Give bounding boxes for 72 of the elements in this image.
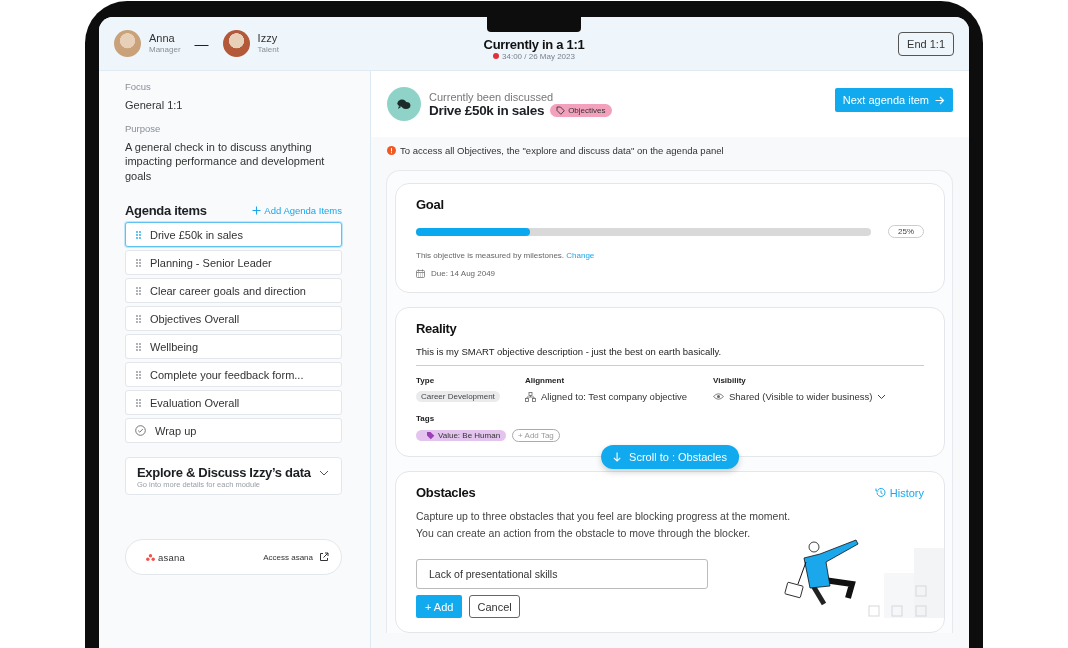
agenda-item[interactable]: Complete your feedback form... (125, 362, 342, 387)
panel-title: Explore & Discuss Izzy’s data (137, 465, 312, 480)
chevron-down-icon (319, 469, 329, 476)
field-label: Focus (125, 81, 152, 92)
chevron-down-icon (877, 393, 887, 400)
external-link-icon (319, 552, 329, 562)
notice-text: To access all Objectives, the "explore and discuss data" on the agenda panel (400, 145, 724, 156)
description-line: Capture up to three obstacles that you feel are blocking progress at the moment. (416, 509, 792, 524)
arrow-right-icon (935, 95, 945, 105)
field-label: Tags (416, 414, 436, 423)
card-title: Reality (416, 321, 458, 336)
section-title: Agenda items (125, 203, 207, 218)
focus-value: General 1:1 (125, 98, 184, 113)
card-title: Obstacles (416, 485, 476, 500)
check-circle-icon (135, 425, 146, 436)
eye-icon (713, 393, 724, 400)
participant-name: Anna (149, 31, 176, 44)
warning-icon (387, 146, 396, 155)
drag-handle-icon (136, 342, 141, 351)
field-label: Alignment (525, 376, 566, 385)
field-label: Type (416, 376, 436, 385)
card-title: Goal (416, 197, 445, 212)
alignment-value: Aligned to: Test company objective (541, 391, 688, 402)
participant-role: Talent (257, 44, 279, 56)
logo-text: asana (158, 551, 185, 563)
history-icon (874, 487, 886, 498)
field-label: Purpose (125, 122, 162, 134)
tag-icon (556, 105, 566, 115)
field-label: Visibility (713, 376, 747, 385)
session-timer: 34:00 / 26 May 2023 (502, 51, 575, 61)
avatar (114, 30, 141, 57)
obstacle-input[interactable]: Lack of presentational skills (416, 559, 708, 589)
agenda-item[interactable]: Wrap up (125, 418, 342, 443)
agenda-item[interactable]: Planning - Senior Leader (125, 250, 342, 275)
measure-text: This objective is measured by milestones. Change (416, 251, 596, 260)
objective-description: This is my SMART objective description - just the best on earth basically. (416, 346, 924, 366)
visibility-dropdown[interactable]: Shared (Visible to wider business) (713, 391, 887, 402)
avatar (222, 30, 250, 57)
type-chip: Career Development (416, 391, 500, 402)
cancel-button[interactable]: Cancel (469, 595, 520, 618)
agenda-item[interactable]: Evaluation Overall (125, 390, 342, 415)
participant-role: Manager (149, 43, 181, 56)
agenda-item[interactable]: Objectives Overall (125, 306, 342, 331)
three-dots-logo-icon (146, 553, 155, 561)
tag-label: Objectives (568, 105, 606, 115)
purpose-text: A general check in to discuss anything impacting performance and development goals (125, 139, 326, 183)
drag-handle-icon (136, 370, 141, 379)
agenda-item[interactable]: Wellbeing (125, 334, 342, 359)
agenda-item[interactable]: Clear career goals and direction (125, 278, 342, 303)
discussion-title: Drive £50k in sales (429, 102, 545, 118)
separator-dash: — (194, 35, 209, 52)
access-link[interactable]: Access asana (263, 552, 329, 562)
participant-name: Izzy (257, 31, 279, 44)
hierarchy-icon (525, 391, 536, 402)
due-date: Due: 14 Aug 2049 (431, 269, 496, 278)
chat-icon (387, 87, 421, 121)
drag-handle-icon (136, 286, 141, 295)
session-title: Currently in a 1:1 (483, 36, 585, 52)
discussion-caption: Currently been discussed (429, 90, 555, 103)
drag-handle-icon (136, 258, 141, 267)
drag-handle-icon (136, 314, 141, 323)
drag-handle-icon (136, 230, 141, 239)
drag-handle-icon (136, 398, 141, 407)
arrow-down-icon (613, 452, 622, 462)
plus-icon (252, 206, 262, 215)
tag-icon (426, 431, 435, 440)
description-line: You can create an action from the obstacle to move through the blocker. (416, 526, 752, 541)
agenda-item[interactable]: Drive £50k in sales (125, 222, 342, 247)
recording-dot-icon (493, 53, 499, 59)
end-button[interactable]: End 1:1 (898, 31, 954, 56)
tag-label: Value: Be Human (438, 431, 501, 440)
calendar-icon (416, 269, 425, 278)
